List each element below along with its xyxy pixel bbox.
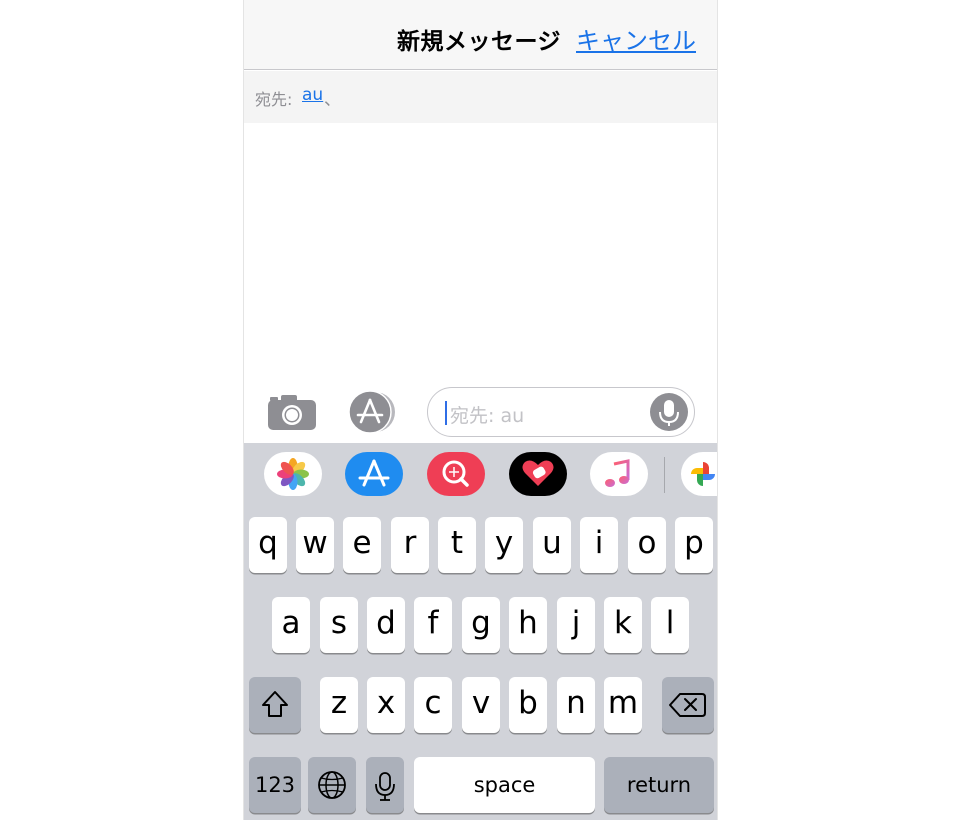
web-search-icon[interactable] <box>427 452 485 496</box>
key-x[interactable]: x <box>367 677 405 733</box>
key-z[interactable]: z <box>320 677 358 733</box>
key-m[interactable]: m <box>604 677 642 733</box>
key-f[interactable]: f <box>414 597 452 653</box>
recipient-token[interactable]: au <box>302 85 323 105</box>
key-p[interactable]: p <box>675 517 713 573</box>
key-q[interactable]: q <box>249 517 287 573</box>
shift-icon <box>262 691 288 717</box>
compose-bar: 宛先: au <box>244 383 717 443</box>
app-store-icon[interactable] <box>345 390 401 434</box>
photos-icon[interactable] <box>264 452 322 496</box>
return-key[interactable]: return <box>604 757 714 813</box>
globe-icon <box>318 771 346 799</box>
microphone-icon[interactable] <box>650 393 688 431</box>
google-photos-icon[interactable] <box>681 452 717 496</box>
key-k[interactable]: k <box>604 597 642 653</box>
message-placeholder: 宛先: au <box>450 405 525 427</box>
camera-icon[interactable] <box>267 393 317 431</box>
recipient-row[interactable]: 宛先: au 、 <box>244 71 717 123</box>
key-r[interactable]: r <box>391 517 429 573</box>
cancel-button[interactable]: キャンセル <box>576 21 696 56</box>
key-j[interactable]: j <box>557 597 595 653</box>
key-s[interactable]: s <box>320 597 358 653</box>
key-d[interactable]: d <box>367 597 405 653</box>
music-icon[interactable] <box>590 452 648 496</box>
dictation-key[interactable] <box>366 757 404 813</box>
key-a[interactable]: a <box>272 597 310 653</box>
recipient-separator: 、 <box>324 90 341 110</box>
text-caret <box>445 401 447 425</box>
keyboard: q w e r t y u i o p a s d f g h j k l z … <box>244 443 717 820</box>
key-u[interactable]: u <box>533 517 571 573</box>
app-store-icon[interactable] <box>345 452 403 496</box>
messages-screen: 新規メッセージ キャンセル 宛先: au 、 宛先: au q w e r t … <box>243 0 718 820</box>
numbers-key[interactable]: 123 <box>249 757 301 813</box>
key-t[interactable]: t <box>438 517 476 573</box>
message-thread-area <box>244 123 717 383</box>
key-h[interactable]: h <box>509 597 547 653</box>
space-key[interactable]: space <box>414 757 595 813</box>
key-v[interactable]: v <box>462 677 500 733</box>
key-n[interactable]: n <box>557 677 595 733</box>
key-g[interactable]: g <box>462 597 500 653</box>
shift-key[interactable] <box>249 677 301 733</box>
digital-touch-icon[interactable] <box>509 452 567 496</box>
recipient-label: 宛先: <box>255 90 293 109</box>
strip-divider <box>664 457 665 493</box>
imessage-app-strip <box>244 443 717 507</box>
key-o[interactable]: o <box>628 517 666 573</box>
key-l[interactable]: l <box>651 597 689 653</box>
microphone-icon <box>375 772 395 801</box>
key-i[interactable]: i <box>580 517 618 573</box>
key-b[interactable]: b <box>509 677 547 733</box>
navigation-bar: 新規メッセージ キャンセル <box>244 0 717 70</box>
page-title: 新規メッセージ <box>397 29 562 55</box>
globe-key[interactable] <box>308 757 356 813</box>
key-w[interactable]: w <box>296 517 334 573</box>
message-input[interactable]: 宛先: au <box>427 387 695 437</box>
key-y[interactable]: y <box>485 517 523 573</box>
backspace-icon <box>669 693 706 717</box>
key-c[interactable]: c <box>414 677 452 733</box>
key-e[interactable]: e <box>343 517 381 573</box>
delete-key[interactable] <box>662 677 714 733</box>
